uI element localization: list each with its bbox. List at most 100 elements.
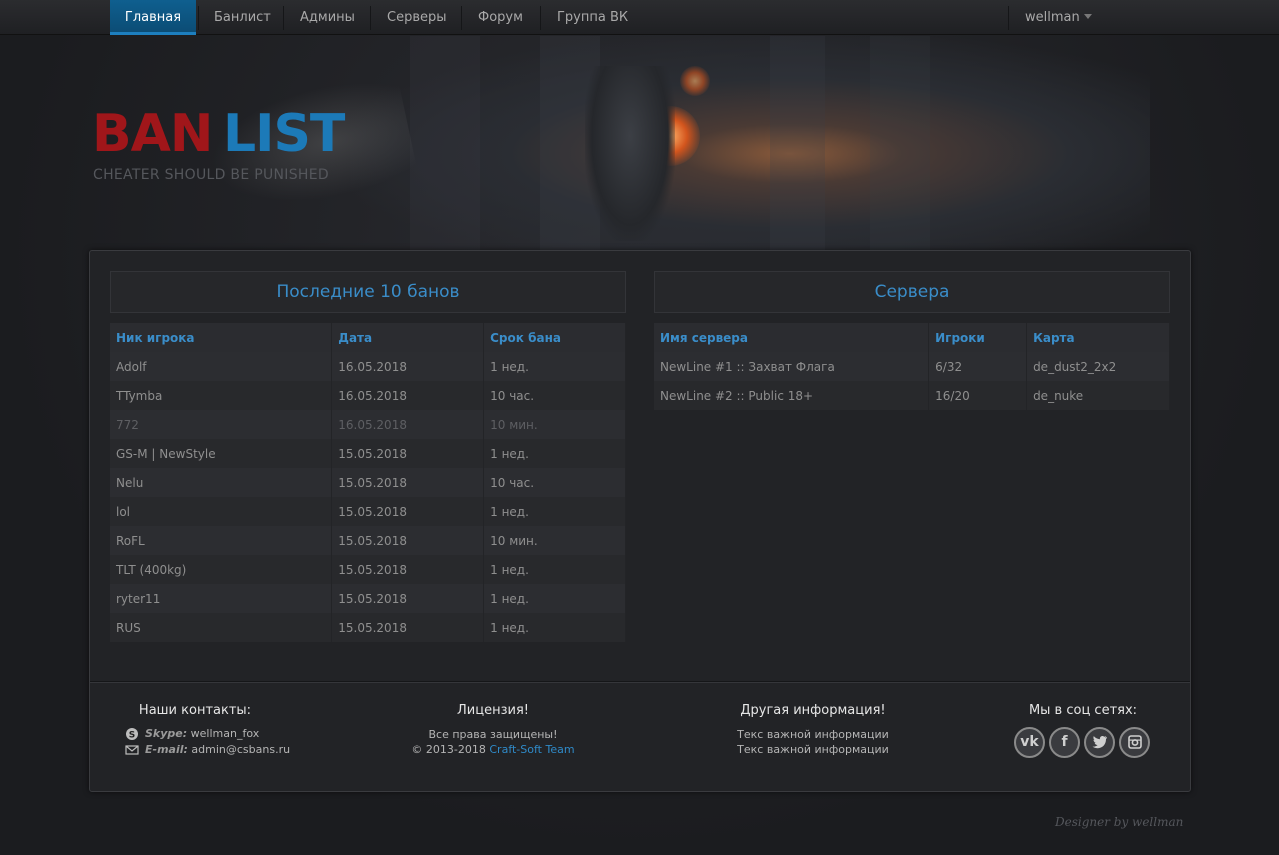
nav-item-forum[interactable]: Форум <box>478 0 523 35</box>
svg-text:S: S <box>129 731 135 741</box>
skype-value[interactable]: wellman_fox <box>191 727 260 740</box>
email-label: E-mail: <box>145 743 188 756</box>
ban-date: 16.05.2018 <box>331 410 485 439</box>
player-nick[interactable]: RoFL <box>110 526 333 555</box>
table-row[interactable]: NewLine #1 :: Захват Флага 6/32 de_dust2_2… <box>654 352 1170 381</box>
logo-list-text: LIST <box>223 104 345 164</box>
ban-term: 1 нед. <box>483 439 626 468</box>
nav-divider <box>198 6 199 30</box>
player-nick[interactable]: TTymba <box>110 381 333 410</box>
ban-term: 1 нед. <box>483 613 626 642</box>
email-contact: E-mail: admin@csbans.ru <box>145 743 290 756</box>
ban-date: 15.05.2018 <box>331 439 485 468</box>
header-banner-image <box>350 36 1150 250</box>
ban-term: 1 нед. <box>483 352 626 381</box>
craft-soft-link[interactable]: Craft-Soft Team <box>489 743 574 756</box>
other-info-text-2: Текс важной информации <box>737 743 889 756</box>
nav-divider <box>540 6 541 30</box>
servers-title: Сервера <box>654 271 1170 313</box>
site-header: BAN LIST CHEATER SHOULD BE PUNISHED <box>90 36 1190 250</box>
table-row[interactable]: GS-M | NewStyle 15.05.2018 1 нед. <box>110 439 626 468</box>
table-row[interactable]: ryter11 15.05.2018 1 нед. <box>110 584 626 613</box>
main-panel: Последние 10 банов Ник игрока Дата Срок … <box>89 250 1191 792</box>
column-header-date[interactable]: Дата <box>331 323 485 352</box>
nav-item-admins[interactable]: Админы <box>300 0 355 35</box>
ban-term: 1 нед. <box>483 497 626 526</box>
license-text-2: © 2013-2018 Craft-Soft Team <box>393 742 593 757</box>
server-map: de_dust2_2x2 <box>1026 352 1170 381</box>
server-name[interactable]: NewLine #1 :: Захват Флага <box>654 352 930 381</box>
designer-credit: Designer by wellman <box>1055 815 1184 829</box>
footer-divider <box>90 681 1190 683</box>
table-row[interactable]: lol 15.05.2018 1 нед. <box>110 497 626 526</box>
column-header-term[interactable]: Срок бана <box>483 323 626 352</box>
column-header-server-name[interactable]: Имя сервера <box>654 323 930 352</box>
table-row[interactable]: 772 16.05.2018 10 мин. <box>110 410 626 439</box>
facebook-icon[interactable]: f <box>1049 727 1080 758</box>
table-row[interactable]: Nelu 15.05.2018 10 час. <box>110 468 626 497</box>
user-menu[interactable]: wellman <box>1025 0 1080 35</box>
ban-date: 15.05.2018 <box>331 468 485 497</box>
skype-icon: S <box>126 728 138 741</box>
nav-item-home[interactable]: Главная <box>110 0 196 35</box>
ban-date: 15.05.2018 <box>331 613 485 642</box>
chevron-down-icon[interactable] <box>1084 14 1092 19</box>
table-row[interactable]: RUS 15.05.2018 1 нед. <box>110 613 626 642</box>
ban-date: 15.05.2018 <box>331 497 485 526</box>
top-navbar: Главная Банлист Админы Серверы Форум Гру… <box>0 0 1279 35</box>
table-row[interactable]: NewLine #2 :: Public 18+ 16/20 de_nuke <box>654 381 1170 410</box>
player-nick[interactable]: Nelu <box>110 468 333 497</box>
social-heading: Мы в соц сетях: <box>1028 703 1138 718</box>
player-nick[interactable]: 772 <box>110 410 333 439</box>
nav-item-banlist[interactable]: Банлист <box>214 0 271 35</box>
mail-icon <box>125 745 139 755</box>
instagram-icon[interactable] <box>1119 727 1150 758</box>
table-row[interactable]: TTymba 16.05.2018 10 час. <box>110 381 626 410</box>
player-nick[interactable]: RUS <box>110 613 333 642</box>
player-nick[interactable]: TLT (400kg) <box>110 555 333 584</box>
nav-divider <box>461 6 462 30</box>
twitter-icon[interactable] <box>1084 727 1115 758</box>
email-value[interactable]: admin@csbans.ru <box>191 743 290 756</box>
vk-icon[interactable]: vk <box>1014 727 1045 758</box>
skype-label: Skype: <box>145 727 188 740</box>
nav-item-vk-group[interactable]: Группа ВК <box>557 0 628 35</box>
player-nick[interactable]: GS-M | NewStyle <box>110 439 333 468</box>
nav-item-servers[interactable]: Серверы <box>387 0 447 35</box>
column-header-map[interactable]: Карта <box>1026 323 1170 352</box>
ban-term: 10 мин. <box>483 410 626 439</box>
copyright-text: © 2013-2018 <box>411 743 490 756</box>
ban-date: 15.05.2018 <box>331 555 485 584</box>
column-header-players[interactable]: Игроки <box>928 323 1028 352</box>
column-header-nick[interactable]: Ник игрока <box>110 323 333 352</box>
servers-table: Имя сервера Игроки Карта NewLine #1 :: З… <box>654 323 1170 410</box>
player-nick[interactable]: Adolf <box>110 352 333 381</box>
skype-contact: Skype: wellman_fox <box>145 727 259 740</box>
other-info-text-1: Текс важной информации <box>737 728 889 741</box>
ban-term: 1 нед. <box>483 555 626 584</box>
server-name[interactable]: NewLine #2 :: Public 18+ <box>654 381 930 410</box>
server-map: de_nuke <box>1026 381 1170 410</box>
ban-date: 15.05.2018 <box>331 526 485 555</box>
table-row[interactable]: Adolf 16.05.2018 1 нед. <box>110 352 626 381</box>
logo-ban-text: BAN <box>92 104 213 164</box>
ban-term: 10 час. <box>483 381 626 410</box>
contacts-heading: Наши контакты: <box>138 703 252 718</box>
license-heading: Лицензия! <box>457 703 529 718</box>
table-row[interactable]: RoFL 15.05.2018 10 мин. <box>110 526 626 555</box>
ban-date: 15.05.2018 <box>331 584 485 613</box>
nav-divider <box>370 6 371 30</box>
soldier-figure <box>585 66 675 241</box>
bans-title: Последние 10 банов <box>110 271 626 313</box>
ban-date: 16.05.2018 <box>331 381 485 410</box>
player-nick[interactable]: lol <box>110 497 333 526</box>
ban-term: 10 час. <box>483 468 626 497</box>
nav-divider <box>1008 6 1009 30</box>
ban-date: 16.05.2018 <box>331 352 485 381</box>
server-players: 16/20 <box>928 381 1028 410</box>
nav-divider <box>283 6 284 30</box>
table-row[interactable]: TLT (400kg) 15.05.2018 1 нед. <box>110 555 626 584</box>
other-info-heading: Другая информация! <box>740 703 886 718</box>
player-nick[interactable]: ryter11 <box>110 584 333 613</box>
server-players: 6/32 <box>928 352 1028 381</box>
